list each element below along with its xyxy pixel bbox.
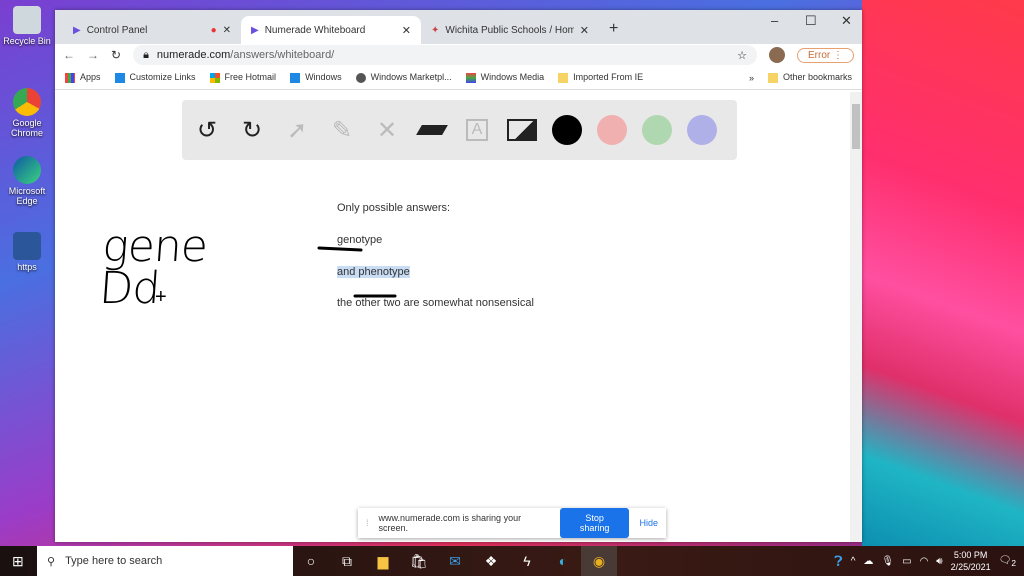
minimize-button[interactable]: – [771, 13, 778, 28]
help-icon[interactable]: ❓︎ [834, 553, 842, 570]
screen-share-bar: ⁞ www.numerade.com is sharing your scree… [358, 508, 666, 538]
windows-start-icon[interactable]: ⊞ [12, 553, 24, 570]
edge-icon [13, 156, 41, 184]
forward-icon[interactable]: → [87, 48, 99, 62]
wifi-icon[interactable]: ◠ [920, 556, 929, 567]
taskbar: ⊞ ⚲ Type here to search ○ ⧉ ▆ 🛍︎ ✉ ❖ ϟ ◐ … [0, 546, 1024, 576]
desktop-icon-https[interactable]: https [2, 232, 52, 272]
dropbox-icon[interactable]: ❖ [473, 553, 509, 570]
app-icon[interactable]: ϟ [509, 553, 545, 569]
reload-icon[interactable]: ↻ [111, 48, 121, 62]
crosshair-cursor-icon: + [155, 286, 167, 308]
desktop-wallpaper [862, 0, 1024, 546]
system-tray: ❓︎ ^ ☁ 🎙︎ ▭ ◠ 🔊︎ 5:00 PM 2/25/2021 🗨︎2 [834, 549, 1024, 573]
close-icon[interactable]: ✕ [402, 24, 411, 37]
numerade-icon: ▶ [251, 24, 259, 36]
lock-icon: 🔒︎ [143, 48, 149, 61]
cloud-icon[interactable]: ☁ [863, 556, 873, 567]
bookmark-apps[interactable]: Apps [65, 72, 101, 83]
bookmark-windows-marketplace[interactable]: Windows Marketpl... [355, 72, 452, 83]
chrome-icon[interactable]: ◉ [581, 546, 617, 576]
maximize-button[interactable]: ☐ [805, 13, 817, 29]
more-bookmarks-icon[interactable]: » [749, 73, 754, 83]
bookmark-other[interactable]: Other bookmarks [767, 72, 852, 83]
chrome-icon [13, 88, 41, 116]
mail-icon[interactable]: ✉ [437, 553, 473, 570]
battery-icon[interactable]: ▭ [902, 556, 911, 567]
notifications-icon[interactable]: 🗨︎2 [999, 555, 1016, 568]
address-bar-row: ← → ↻ 🔒︎ numerade.com/answers/whiteboard/☆ … [55, 44, 862, 66]
volume-icon[interactable]: 🔊︎ [936, 556, 942, 567]
vertical-scrollbar[interactable] [850, 92, 862, 542]
bookmark-customize-links[interactable]: Customize Links [114, 72, 196, 83]
avatar[interactable] [768, 47, 785, 63]
bookmark-windows[interactable]: Windows [290, 72, 342, 83]
numerade-icon: ▶ [73, 24, 81, 36]
close-window-button[interactable]: ✕ [841, 13, 852, 29]
stop-sharing-button[interactable]: Stop sharing [559, 508, 630, 538]
file-explorer-icon[interactable]: ▆ [365, 553, 401, 570]
edge-icon[interactable]: ◐ [545, 553, 581, 569]
bookmark-imported-from-ie[interactable]: Imported From IE [558, 72, 643, 83]
tab-numerade-whiteboard[interactable]: ▶ Numerade Whiteboard ✕ [241, 16, 421, 44]
store-icon[interactable]: 🛍︎ [401, 553, 437, 570]
cortana-icon[interactable]: ○ [293, 553, 329, 569]
recycle-bin-icon [13, 6, 41, 34]
whiteboard-canvas[interactable]: ↺ ↻ ➚ ✎ ✕ A Only possible answers: genot… [55, 92, 850, 542]
desktop-icon-chrome[interactable]: Google Chrome [2, 88, 52, 138]
microphone-icon[interactable]: 🎙︎ [881, 556, 894, 567]
bookmarks-bar: Apps Customize Links Free Hotmail Window… [55, 66, 862, 90]
share-message: www.numerade.com is sharing your screen. [378, 513, 522, 533]
chevron-up-icon[interactable]: ^ [851, 556, 856, 567]
drag-handle-icon[interactable]: ⁞ [366, 518, 369, 528]
word-icon [13, 232, 41, 260]
profile-error-button[interactable]: Error ⋮ [796, 47, 854, 63]
search-icon: ⚲ [47, 555, 56, 568]
bookmark-windows-media[interactable]: Windows Media [465, 72, 544, 83]
school-icon: ✦ [431, 24, 440, 36]
task-view-icon[interactable]: ⧉ [329, 553, 365, 570]
back-icon[interactable]: ← [63, 48, 75, 62]
close-icon[interactable]: ✕ [223, 25, 231, 36]
hide-button[interactable]: Hide [639, 518, 658, 528]
clock[interactable]: 5:00 PM 2/25/2021 [951, 549, 991, 573]
tab-control-panel[interactable]: ▶ Control Panel ● ✕ [63, 16, 241, 44]
underline-strokes [317, 246, 397, 298]
recording-icon: ● [210, 24, 217, 36]
taskbar-search-input[interactable]: ⚲ Type here to search [37, 546, 293, 576]
browser-window: ▶ Control Panel ● ✕ ▶ Numerade Whiteboard ✕ ✦… [55, 10, 862, 542]
bookmark-free-hotmail[interactable]: Free Hotmail [209, 72, 276, 83]
star-icon[interactable]: ☆ [737, 49, 747, 62]
tab-wichita[interactable]: ✦Wichita Public Schools / Homepa✕ [421, 16, 599, 44]
desktop-icon-recycle-bin[interactable]: Recycle Bin [2, 6, 52, 46]
close-icon[interactable]: ✕ [580, 24, 589, 37]
url-input[interactable]: 🔒︎ numerade.com/answers/whiteboard/☆ [133, 45, 757, 65]
desktop-icon-edge[interactable]: Microsoft Edge [2, 156, 52, 206]
tab-bar: ▶ Control Panel ● ✕ ▶ Numerade Whiteboard ✕ ✦… [55, 10, 862, 44]
new-tab-button[interactable]: + [609, 20, 618, 38]
scrollbar-thumb[interactable] [852, 104, 860, 149]
